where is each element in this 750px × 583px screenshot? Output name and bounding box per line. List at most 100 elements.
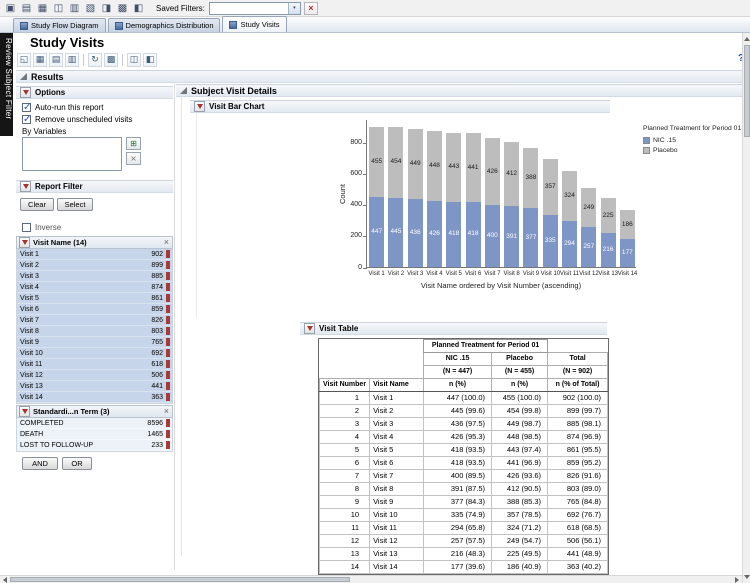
new-window-icon[interactable]: ▣ xyxy=(3,1,18,16)
saved-filters-dropdown[interactable]: ▾ xyxy=(209,2,301,15)
visit-name-cell: Visit 4 xyxy=(370,431,424,444)
settings-icon[interactable]: ◧ xyxy=(143,53,157,67)
filter-row[interactable]: Visit 10692 xyxy=(17,348,172,359)
add-column-icon[interactable]: ⊞ xyxy=(126,137,141,150)
filter-row[interactable]: Visit 4874 xyxy=(17,282,172,293)
tab-label: Demographics Distribution xyxy=(126,21,214,30)
filter-row-marker-icon xyxy=(166,327,170,335)
filter-row[interactable]: Visit 1902 xyxy=(17,249,172,260)
legend-item[interactable]: Placebo xyxy=(643,145,747,155)
red-triangle-menu-icon[interactable] xyxy=(304,323,315,334)
term-filter-list: COMPLETED8596DEATH1465LOST TO FOLLOW-UP2… xyxy=(16,418,173,452)
red-triangle-menu-icon[interactable] xyxy=(20,181,31,192)
nic-cell: 400 (89.5) xyxy=(424,470,492,483)
auto-run-checkbox-row[interactable]: Auto-run this report xyxy=(22,102,103,113)
filter-row[interactable]: Visit 2 899 xyxy=(17,260,172,271)
or-button[interactable]: OR xyxy=(62,457,92,470)
clear-button[interactable]: Clear xyxy=(20,198,54,211)
remove-unscheduled-label: Remove unscheduled visits xyxy=(35,115,132,124)
filter-row[interactable]: Visit 7826 xyxy=(17,315,172,326)
x-tick-label: Visit 9 xyxy=(521,271,540,277)
placebo-cell: 324 (71.2) xyxy=(492,522,548,535)
filter-row[interactable]: Visit 14363 xyxy=(17,392,172,403)
grid-icon[interactable]: ▩ xyxy=(115,1,130,16)
inverse-label: Inverse xyxy=(35,223,61,232)
nic-cell: 426 (95.3) xyxy=(424,431,492,444)
toolbar-separator xyxy=(83,54,84,66)
review-subject-filter-strip[interactable]: Review Subject Filter xyxy=(0,33,13,136)
journal-icon[interactable]: ◫ xyxy=(51,1,66,16)
and-button[interactable]: AND xyxy=(22,457,58,470)
scrollbar-thumb[interactable] xyxy=(744,45,750,137)
filter-row[interactable]: COMPLETED8596 xyxy=(17,418,172,429)
n-pct-total-header: n (% of Total) xyxy=(548,379,608,392)
filter-row[interactable]: Visit 12506 xyxy=(17,370,172,381)
close-icon[interactable]: × xyxy=(164,238,170,247)
filter-row[interactable]: Visit 5861 xyxy=(17,293,172,304)
scrollbar-thumb[interactable] xyxy=(10,577,350,582)
data-table-icon[interactable]: ▦ xyxy=(33,53,47,67)
layout-icon[interactable]: ▩ xyxy=(104,53,118,67)
back-icon[interactable]: ◱ xyxy=(17,53,31,67)
vertical-scrollbar[interactable] xyxy=(742,33,750,583)
checkbox-checked-icon[interactable] xyxy=(22,103,31,112)
tab-study-visits[interactable]: Study Visits xyxy=(222,16,286,32)
nic-n: (N = 447) xyxy=(424,366,492,379)
by-variables-listbox[interactable] xyxy=(22,137,122,171)
filter-row-label: COMPLETED xyxy=(20,420,64,427)
y-axis-title: Count xyxy=(338,170,347,218)
disclosure-triangle-icon[interactable] xyxy=(20,73,27,80)
notes-icon[interactable]: ◫ xyxy=(127,53,141,67)
remove-unscheduled-checkbox-row[interactable]: Remove unscheduled visits xyxy=(22,114,132,125)
x-tick-label: Visit 8 xyxy=(502,271,521,277)
filter-row[interactable]: DEATH1465 xyxy=(17,429,172,440)
red-triangle-menu-icon[interactable] xyxy=(19,237,30,248)
page-title: Study Visits xyxy=(30,35,104,50)
remove-column-icon[interactable]: × xyxy=(126,152,141,165)
chart-plot-area[interactable]: 0200400600800447455Visit 1445454Visit 24… xyxy=(366,120,636,268)
open-icon[interactable]: ▤ xyxy=(19,1,34,16)
clear-saved-filter-button[interactable]: × xyxy=(304,2,318,15)
scroll-right-icon[interactable] xyxy=(735,577,739,583)
filter-row[interactable]: Visit 8803 xyxy=(17,326,172,337)
data-table-icon[interactable]: ▦ xyxy=(35,1,50,16)
red-triangle-menu-icon[interactable] xyxy=(20,87,31,98)
filter-row-label: Visit 9 xyxy=(20,339,39,346)
checkbox-checked-icon[interactable] xyxy=(22,115,31,124)
filter-row[interactable]: LOST TO FOLLOW-UP233 xyxy=(17,440,172,451)
checkbox-unchecked-icon[interactable] xyxy=(22,223,31,232)
filter-row[interactable]: Visit 6859 xyxy=(17,304,172,315)
scroll-left-icon[interactable] xyxy=(3,577,7,583)
tab-demographics-distribution[interactable]: Demographics Distribution xyxy=(108,18,221,32)
legend-item[interactable]: NIC .15 xyxy=(643,135,747,145)
y-tick-mark xyxy=(363,143,367,144)
excel-export-icon[interactable]: ▤ xyxy=(49,53,63,67)
filter-row[interactable]: Visit 11618 xyxy=(17,359,172,370)
select-button[interactable]: Select xyxy=(57,198,93,211)
layout-icon[interactable]: ◨ xyxy=(99,1,114,16)
filter-row-count: 803 xyxy=(151,328,163,335)
x-tick-label: Visit 13 xyxy=(598,271,617,277)
filter-row[interactable]: Visit 13441 xyxy=(17,381,172,392)
disclosure-triangle-icon[interactable] xyxy=(180,87,187,94)
red-triangle-menu-icon[interactable] xyxy=(19,406,30,417)
report-icon[interactable]: ▥ xyxy=(65,53,79,67)
inverse-checkbox-row[interactable]: Inverse xyxy=(22,222,61,233)
filter-row[interactable]: Visit 9765 xyxy=(17,337,172,348)
report-icon[interactable]: ▥ xyxy=(67,1,82,16)
script-icon[interactable]: ▧ xyxy=(83,1,98,16)
chevron-down-icon[interactable]: ▾ xyxy=(288,3,300,14)
split-view-icon[interactable]: ◧ xyxy=(131,1,146,16)
filter-row[interactable]: Visit 3885 xyxy=(17,271,172,282)
filter-row-count: 899 xyxy=(151,262,163,269)
report-tab-icon xyxy=(115,22,123,30)
scroll-down-icon[interactable] xyxy=(744,575,750,579)
scroll-up-icon[interactable] xyxy=(744,37,750,41)
refresh-icon[interactable]: ↻ xyxy=(88,53,102,67)
horizontal-scrollbar[interactable] xyxy=(0,575,742,583)
close-icon[interactable]: × xyxy=(164,407,170,416)
tab-study-flow-diagram[interactable]: Study Flow Diagram xyxy=(13,18,106,32)
filter-row-label: Visit 2 xyxy=(20,262,39,269)
red-triangle-menu-icon[interactable] xyxy=(194,101,205,112)
toolbar-separator xyxy=(122,54,123,66)
